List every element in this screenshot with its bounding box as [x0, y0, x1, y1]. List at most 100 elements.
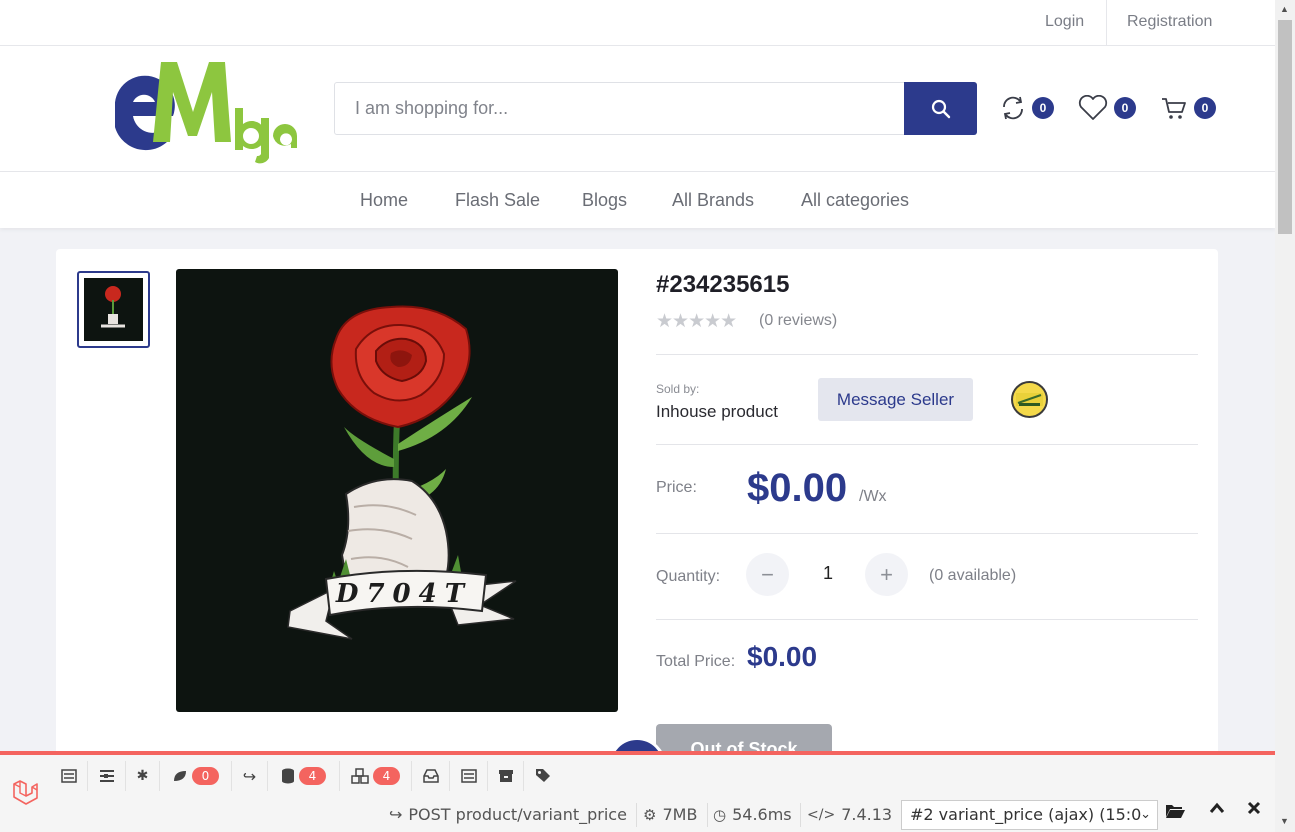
- scroll-down-arrow-icon[interactable]: ▼: [1280, 816, 1289, 826]
- nav-blogs[interactable]: Blogs: [582, 172, 627, 228]
- reviews-count[interactable]: (0 reviews): [759, 312, 837, 330]
- cart-icon: [1162, 98, 1186, 119]
- topbar-divider: [1106, 0, 1107, 45]
- sold-by-label: Sold by:: [656, 382, 700, 396]
- debug-request: ↪ POST product/variant_price: [389, 805, 627, 824]
- debug-tab-views[interactable]: 0: [160, 761, 232, 791]
- divider: [656, 619, 1198, 620]
- message-seller-button[interactable]: Message Seller: [818, 378, 973, 421]
- debug-tab-session[interactable]: [488, 761, 524, 791]
- folder-open-icon: [1166, 805, 1185, 818]
- total-price-value: $0.00: [747, 641, 818, 672]
- product-title: #234235615: [656, 271, 790, 298]
- cart-button[interactable]: 0: [1160, 92, 1216, 124]
- queries-badge: 4: [299, 767, 326, 785]
- compare-icon: [1003, 96, 1023, 120]
- archive-icon: [498, 770, 513, 782]
- debug-bar: ✱ 0 ↪ 4 4 ↪ POST product/variant_price ⚙…: [0, 751, 1275, 832]
- rose-thumbnail-icon: [101, 286, 125, 328]
- seller-logo[interactable]: [1011, 381, 1048, 418]
- nav-all-categories[interactable]: All categories: [801, 172, 909, 228]
- debug-php-text: 7.4.13: [841, 805, 893, 824]
- debug-request-text: POST product/variant_price: [408, 805, 627, 824]
- timeline-icon: [99, 770, 114, 782]
- scrollbar-thumb[interactable]: [1278, 20, 1292, 234]
- site-header: 0 0 0: [0, 46, 1275, 172]
- price-label: Price:: [656, 479, 697, 496]
- models-badge: 4: [373, 767, 400, 785]
- debug-select-value: #2 variant_price (ajax) (15:0: [910, 805, 1142, 824]
- share-icon: ↪: [242, 766, 257, 786]
- close-icon: [1247, 801, 1261, 815]
- divider: [636, 803, 637, 827]
- search-box: [334, 82, 977, 135]
- seller-badge-icon: [1016, 393, 1043, 406]
- nav-flash-sale[interactable]: Flash Sale: [455, 172, 540, 228]
- debug-tab-gate[interactable]: [450, 761, 488, 791]
- scroll-up-arrow-icon[interactable]: ▲: [1280, 4, 1289, 14]
- price-unit: /Wx: [859, 488, 887, 505]
- site-logo[interactable]: [115, 54, 300, 164]
- compare-count-badge: 0: [1032, 97, 1054, 119]
- debug-request-select[interactable]: #2 variant_price (ajax) (15:0 ⌄: [901, 800, 1158, 830]
- debug-tab-messages[interactable]: [50, 761, 88, 791]
- cogs-icon: ⚙: [643, 805, 657, 824]
- tags-icon: [536, 769, 550, 782]
- cubes-icon: [351, 768, 369, 784]
- available-stock: (0 available): [929, 567, 1017, 584]
- divider: [656, 354, 1198, 355]
- debug-minimize-button[interactable]: [1209, 801, 1225, 815]
- list-icon: [60, 769, 77, 783]
- quantity-minus-button[interactable]: −: [746, 553, 789, 596]
- inbox-icon: [422, 769, 439, 783]
- page-scrollbar[interactable]: ▲ ▼: [1275, 0, 1295, 832]
- search-input[interactable]: [355, 83, 895, 134]
- debug-php-version: </> 7.4.13: [807, 805, 892, 824]
- login-link[interactable]: Login: [1045, 0, 1084, 45]
- search-icon: [931, 99, 950, 118]
- clock-icon: ◷: [713, 805, 727, 824]
- quantity-input[interactable]: 1: [808, 563, 848, 584]
- quantity-label: Quantity:: [656, 568, 721, 585]
- debug-open-button[interactable]: [1165, 803, 1185, 819]
- search-button[interactable]: [904, 82, 977, 135]
- product-thumbnail[interactable]: [77, 271, 150, 348]
- list-alt-icon: [460, 769, 477, 783]
- cart-count-badge: 0: [1194, 97, 1216, 119]
- chevron-up-icon: [1209, 802, 1225, 813]
- bug-icon: ✱: [136, 768, 149, 784]
- rose-hand-illustration: D704T: [287, 305, 517, 640]
- compare-button[interactable]: 0: [1000, 92, 1054, 124]
- debug-time-text: 54.6ms: [732, 805, 792, 824]
- main-nav: Home Flash Sale Blogs All Brands All cat…: [0, 172, 1275, 228]
- seller-name: Inhouse product: [656, 402, 778, 421]
- debug-close-button[interactable]: [1247, 801, 1261, 815]
- nav-home[interactable]: Home: [360, 172, 408, 228]
- debug-time: ◷ 54.6ms: [713, 805, 792, 824]
- debug-tab-queries[interactable]: 4: [268, 761, 340, 791]
- debug-memory-text: 7MB: [662, 805, 698, 824]
- debug-tab-request[interactable]: [524, 761, 564, 791]
- debug-tab-models[interactable]: 4: [340, 761, 412, 791]
- top-bar: Login Registration: [0, 0, 1275, 46]
- debug-tabs: ✱ 0 ↪ 4 4: [0, 755, 1275, 805]
- debug-tab-exceptions[interactable]: ✱: [126, 761, 160, 791]
- wishlist-count-badge: 0: [1114, 97, 1136, 119]
- leaf-icon: [174, 771, 186, 781]
- debug-tab-mails[interactable]: [412, 761, 450, 791]
- debug-tab-route[interactable]: ↪: [232, 761, 268, 791]
- total-price-label: Total Price:: [656, 653, 736, 670]
- share-icon: ↪: [389, 805, 403, 824]
- product-main-image[interactable]: D704T: [176, 269, 618, 712]
- debug-tab-timeline[interactable]: [88, 761, 126, 791]
- divider: [656, 444, 1198, 445]
- divider: [656, 533, 1198, 534]
- debug-memory: ⚙ 7MB: [643, 805, 697, 824]
- price-value: $0.00: [747, 466, 848, 510]
- quantity-plus-button[interactable]: +: [865, 553, 908, 596]
- registration-link[interactable]: Registration: [1127, 0, 1212, 45]
- wishlist-button[interactable]: 0: [1078, 92, 1136, 124]
- nav-all-brands[interactable]: All Brands: [672, 172, 754, 228]
- chevron-down-icon: ⌄: [1140, 807, 1151, 822]
- heart-icon: [1078, 95, 1108, 120]
